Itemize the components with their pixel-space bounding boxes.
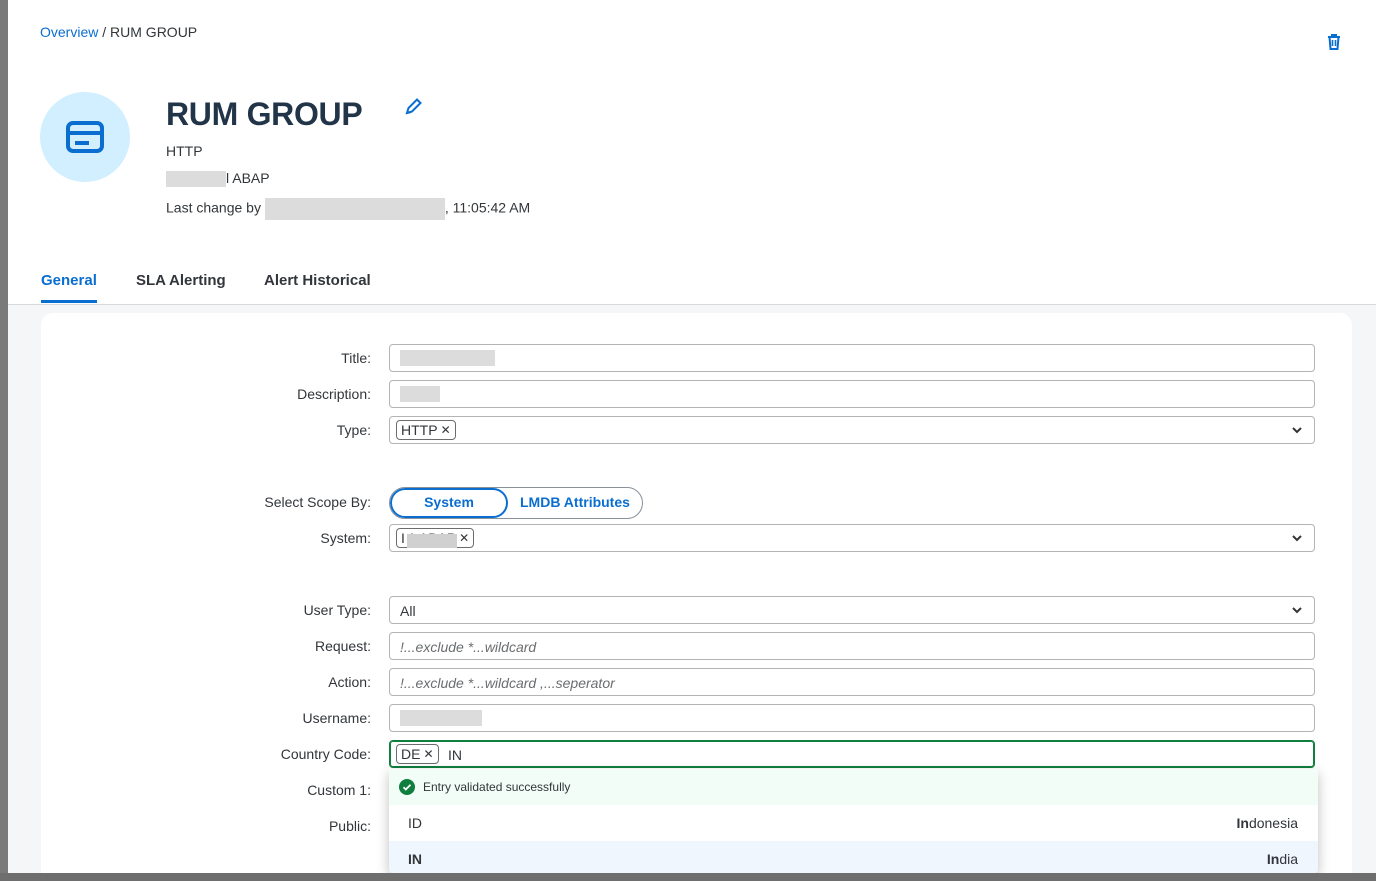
breadcrumb: Overview / RUM GROUP [40,24,197,40]
remove-token-icon[interactable]: ✕ [423,747,433,761]
suggestion-code: IN [408,851,422,867]
request-input[interactable]: !...exclude *...wildcard [389,632,1315,660]
suggestion-name: India [1267,851,1298,867]
remove-token-icon[interactable]: ✕ [441,423,451,437]
scope-option-lmdb[interactable]: LMDB Attributes [508,488,642,518]
country-token[interactable]: DE ✕ [396,744,439,764]
chevron-down-icon[interactable] [1290,423,1304,437]
username-label: Username: [302,710,371,726]
window-shadow-left [0,0,8,881]
description-label: Description: [297,386,371,402]
country-code-label: Country Code: [280,746,371,762]
validation-message-text: Entry validated successfully [423,780,571,794]
scope-segmented-button: System LMDB Attributes [389,487,643,519]
public-label: Public: [328,818,371,834]
header-last-change: Last change by , 11:05:42 AM [166,198,530,220]
type-token-text: HTTP [401,422,438,438]
breadcrumb-current: RUM GROUP [110,24,198,40]
suggestion-name-match: In [1236,815,1249,831]
scope-option-system[interactable]: System [390,488,508,518]
chevron-down-icon[interactable] [1290,531,1304,545]
object-page: Overview / RUM GROUP RUM GROUP HTTP l AB… [8,0,1376,873]
suggestion-name-match: In [1266,851,1280,867]
title-label: Title: [341,350,371,366]
system-token-prefix: I [401,530,405,546]
custom1-label: Custom 1: [307,782,371,798]
redacted-text [407,534,457,548]
suggestion-name-rest: donesia [1248,815,1298,831]
request-placeholder: !...exclude *...wildcard [400,639,537,655]
breadcrumb-separator: / [98,24,111,40]
window-shadow-bottom [0,873,1376,881]
tab-bar: General SLA Alerting Alert Historical [8,268,1376,305]
system-label: System: [320,530,371,546]
country-typed-text: IN [448,747,462,763]
redacted-value [400,350,495,366]
suggestion-item-selected[interactable]: IN India [389,841,1318,873]
description-input[interactable] [389,380,1315,408]
suggestion-popover: Entry validated successfully ID Indonesi… [389,769,1318,873]
redacted-value [400,710,482,726]
tab-general[interactable]: General [41,272,97,303]
type-label: Type: [336,422,371,438]
country-code-multiinput[interactable]: DE ✕ IN [389,740,1315,768]
last-change-time: , 11:05:42 AM [444,199,531,216]
redacted-value [400,386,440,402]
action-label: Action: [328,674,371,690]
pencil-icon [405,98,422,115]
system-multicombobox[interactable]: I1 ABAP✕ [389,524,1315,552]
header-system: l ABAP [166,170,270,188]
suggestion-name: Indonesia [1237,815,1299,831]
redacted-text [166,171,226,188]
title-input[interactable] [389,344,1315,372]
object-avatar [40,92,130,182]
tab-sla-alerting[interactable]: SLA Alerting [136,272,226,289]
request-label: Request: [314,638,371,654]
action-placeholder: !...exclude *...wildcard ,...seperator [400,675,615,691]
suggestion-name-rest: dia [1279,851,1298,867]
redacted-user [264,198,445,220]
validation-message: Entry validated successfully [389,769,1318,805]
chevron-down-icon[interactable] [1290,603,1304,617]
header-type: HTTP [166,143,203,159]
country-token-text: DE [401,746,421,762]
header-system-suffix: l ABAP [226,170,270,186]
type-token[interactable]: HTTP ✕ [396,420,456,440]
user-type-label: User Type: [303,602,371,618]
success-check-icon [399,779,415,795]
system-token[interactable]: I1 ABAP✕ [396,528,475,548]
edit-title-button[interactable] [404,96,426,118]
scope-label: Select Scope By: [264,494,371,510]
suggestion-item[interactable]: ID Indonesia [389,805,1318,841]
suggestion-code: ID [408,815,422,831]
trash-icon [1328,34,1340,50]
action-input[interactable]: !...exclude *...wildcard ,...seperator [389,668,1315,696]
user-type-select[interactable]: All [389,596,1315,624]
delete-button[interactable] [1324,32,1344,52]
user-type-value: All [400,603,416,619]
last-change-label: Last change by [166,199,261,216]
type-multicombobox[interactable]: HTTP ✕ [389,416,1315,444]
credit-card-icon [66,121,104,153]
page-title: RUM GROUP [166,96,363,132]
username-input[interactable] [389,704,1315,732]
breadcrumb-overview-link[interactable]: Overview [40,24,98,40]
remove-token-icon[interactable]: ✕ [459,531,469,545]
tab-alert-historical[interactable]: Alert Historical [264,272,371,289]
